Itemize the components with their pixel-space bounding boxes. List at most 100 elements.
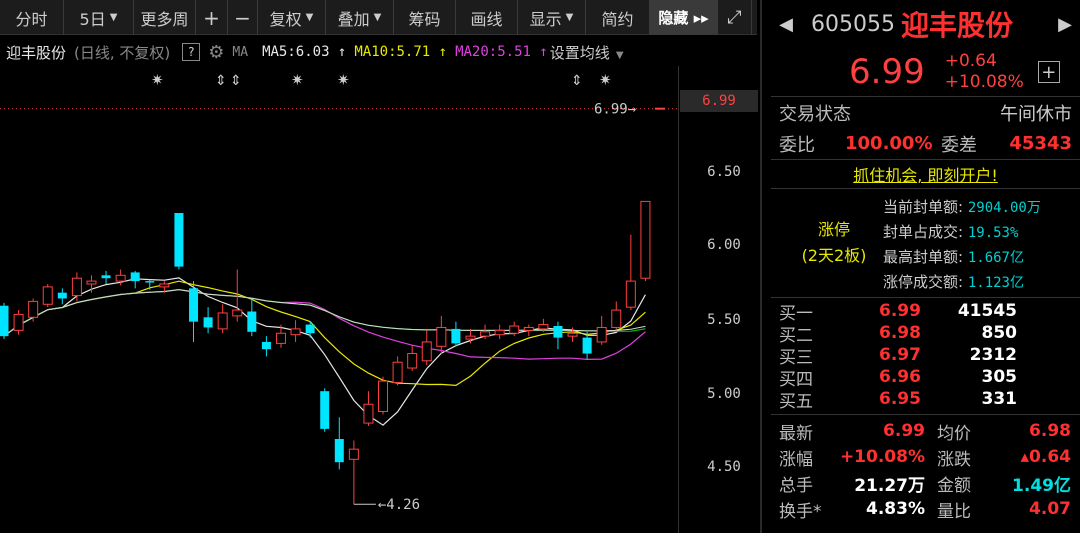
stock-code: 605055 bbox=[811, 11, 895, 37]
candle bbox=[320, 391, 330, 429]
stat-row: 换手* 4.83% 量比 4.07 bbox=[779, 499, 1071, 522]
stats-table: 最新 6.99 均价 6.98 涨幅 +10.08% 涨跌 ▴0.64 总手 21.27万 金额… bbox=[771, 415, 1080, 522]
candle bbox=[203, 317, 213, 328]
limit-info-item: 当前封单额: 2904.00万 bbox=[883, 198, 1041, 216]
last-price-box: 6.99 bbox=[680, 90, 758, 112]
stat-row: 涨幅 +10.08% 涨跌 ▴0.64 bbox=[779, 447, 1071, 470]
price-row: 6.99 +0.64 +10.08% + bbox=[771, 48, 1080, 96]
candle bbox=[509, 325, 520, 334]
candle bbox=[582, 337, 592, 354]
candle bbox=[261, 341, 271, 350]
add-watchlist-icon[interactable]: + bbox=[1037, 61, 1060, 83]
candle bbox=[334, 439, 344, 463]
axis-label-550: 5.50 bbox=[707, 312, 741, 328]
candle bbox=[378, 380, 389, 412]
candle bbox=[640, 200, 651, 279]
candle bbox=[363, 403, 374, 424]
candle bbox=[145, 281, 155, 283]
candle bbox=[494, 329, 505, 336]
candle bbox=[275, 332, 286, 344]
limit-up-label: 涨停 bbox=[817, 220, 850, 239]
candle bbox=[538, 324, 549, 330]
quote-header: ◀ 605055 迎丰股份 ▶ bbox=[771, 0, 1080, 48]
candle bbox=[451, 328, 461, 344]
candle bbox=[57, 292, 67, 299]
candle bbox=[42, 286, 53, 305]
candle bbox=[567, 332, 578, 337]
bid-row[interactable]: 买四 6.96 305 bbox=[771, 366, 1080, 390]
limit-info-item: 封单占成交: 19.53% bbox=[883, 223, 1019, 241]
last-price-label: 6.99→ bbox=[594, 102, 636, 118]
candle bbox=[625, 280, 636, 308]
limit-up-info: 当前封单额: 2904.00万 封单占成交: 19.53% 最高封单额: 1.6… bbox=[883, 195, 1041, 295]
price-change: +0.64 +10.08% bbox=[945, 51, 1024, 93]
candle bbox=[305, 324, 315, 334]
event-marker-icon: ✷ bbox=[151, 71, 164, 89]
current-price: 6.99 bbox=[849, 52, 925, 92]
axis-divider bbox=[678, 66, 679, 533]
limit-info-item: 最高封单额: 1.667亿 bbox=[883, 248, 1024, 266]
candle bbox=[553, 326, 563, 338]
candle bbox=[217, 312, 228, 330]
weibi-label: 委比 bbox=[779, 134, 815, 156]
event-marker-icon: ✷ bbox=[599, 71, 612, 89]
ma20-line bbox=[3, 288, 646, 361]
weicha-value: 45343 bbox=[1009, 133, 1072, 154]
candle bbox=[290, 328, 301, 336]
bid-row[interactable]: 买一 6.99 41545 bbox=[771, 300, 1080, 324]
limit-up-streak: (2天2板) bbox=[801, 246, 867, 265]
candle bbox=[465, 335, 476, 340]
quote-panel: ◀ 605055 迎丰股份 ▶ 6.99 +0.64 +10.08% + 交易状… bbox=[771, 0, 1080, 533]
axis-label-650: 6.50 bbox=[707, 164, 741, 180]
axis-label-450: 4.50 bbox=[707, 459, 741, 475]
candle bbox=[0, 305, 9, 337]
change-percent: +10.08% bbox=[944, 72, 1024, 92]
weibi-row: 委比 100.00% 委差 45343 bbox=[771, 128, 1080, 159]
axis-label-500: 5.00 bbox=[707, 386, 741, 402]
candle bbox=[596, 326, 607, 343]
candle bbox=[407, 353, 418, 369]
candle bbox=[13, 313, 24, 331]
candle bbox=[115, 274, 126, 282]
ma-long-line bbox=[3, 288, 646, 337]
candle bbox=[189, 288, 199, 322]
weicha-label: 委差 bbox=[941, 134, 977, 156]
bid-row[interactable]: 买三 6.97 2312 bbox=[771, 344, 1080, 368]
candle bbox=[159, 283, 170, 288]
trade-status-row: 交易状态 午间休市 bbox=[771, 97, 1080, 128]
candle bbox=[101, 275, 111, 279]
candle bbox=[174, 213, 184, 267]
candle bbox=[130, 272, 140, 282]
kline-chart[interactable]: ←4.266.99→✷ ✷ ✷ ✷⇕ ⇕ ⇕ bbox=[0, 0, 760, 533]
stat-row: 总手 21.27万 金额 1.49亿 bbox=[779, 475, 1071, 496]
change-amount: +0.64 bbox=[944, 51, 997, 71]
panel-divider bbox=[760, 0, 762, 533]
split-marker-icon: ⇕ bbox=[571, 73, 583, 89]
candle bbox=[71, 277, 82, 297]
limit-info-item: 涨停成交额: 1.123亿 bbox=[883, 273, 1024, 291]
candle bbox=[232, 309, 243, 317]
bid-row[interactable]: 买二 6.98 850 bbox=[771, 322, 1080, 346]
limit-up-box: 涨停 (2天2板) 当前封单额: 2904.00万 封单占成交: 19.53% … bbox=[771, 189, 1080, 297]
open-account-link[interactable]: 抓住机会, 即刻开户! bbox=[771, 160, 1080, 188]
split-marker-icon: ⇕ bbox=[215, 73, 227, 89]
prev-stock-icon[interactable]: ◀ bbox=[771, 14, 801, 35]
trade-status-value: 午间休市 bbox=[1000, 103, 1072, 125]
candle bbox=[348, 448, 359, 460]
bid-row[interactable]: 买五 6.95 331 bbox=[771, 388, 1080, 412]
candle bbox=[523, 326, 534, 331]
next-stock-icon[interactable]: ▶ bbox=[1050, 14, 1080, 35]
candle bbox=[392, 361, 403, 384]
candle bbox=[421, 341, 432, 362]
event-marker-icon: ✷ bbox=[337, 71, 350, 89]
ma10-line bbox=[3, 280, 646, 387]
ma60-line bbox=[3, 289, 646, 337]
split-marker-icon: ⇕ bbox=[230, 73, 242, 89]
candle bbox=[611, 309, 622, 328]
event-marker-icon: ✷ bbox=[291, 71, 304, 89]
trade-status-label: 交易状态 bbox=[779, 103, 851, 125]
candle bbox=[86, 280, 97, 285]
stat-row: 最新 6.99 均价 6.98 bbox=[779, 421, 1071, 444]
axis-label-600: 6.00 bbox=[707, 237, 741, 253]
candle bbox=[28, 300, 39, 318]
